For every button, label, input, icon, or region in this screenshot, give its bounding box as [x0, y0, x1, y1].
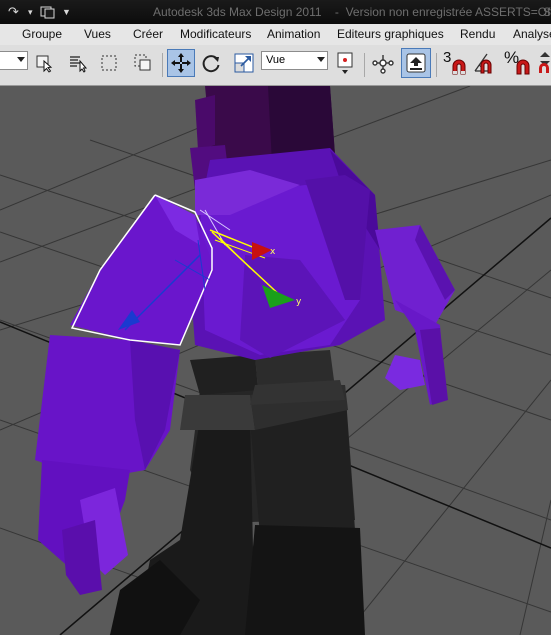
reference-coordinate-system-dropdown[interactable]: Vue: [261, 51, 328, 70]
magnet-icon: [516, 59, 530, 75]
angle-snap-icon: [474, 53, 492, 74]
menu-editeurs-graphiques[interactable]: Editeurs graphiques: [337, 27, 444, 41]
select-and-rotate-button[interactable]: [198, 50, 224, 76]
manipulate-icon: [372, 55, 394, 74]
window-crossing-icon: [134, 54, 151, 71]
select-by-name-icon: [70, 56, 88, 73]
viewport-canvas: x y: [0, 86, 551, 635]
menu-groupe[interactable]: Groupe: [22, 27, 62, 41]
chevron-down-icon: ▾: [28, 6, 33, 17]
gizmo-x-label: x: [270, 247, 276, 257]
move-icon: [171, 53, 191, 73]
menu-creer[interactable]: Créer: [133, 27, 163, 41]
pivot-center-icon: [337, 52, 353, 74]
customize-quick-access-dropdown[interactable]: ▼: [62, 3, 71, 21]
select-and-move-button[interactable]: [167, 49, 195, 77]
menu-modificateurs[interactable]: Modificateurs: [180, 27, 251, 41]
reference-coordinate-value: Vue: [266, 54, 286, 66]
scale-icon: [234, 53, 254, 73]
window-title: Autodesk 3ds Max Design 2011 - Version n…: [153, 5, 551, 19]
title-overflow-text: S: [543, 5, 551, 19]
redo-button[interactable]: ↷: [8, 3, 19, 21]
menu-analyse[interactable]: Analyse: [513, 27, 551, 41]
spinner-snap-icon: [539, 52, 550, 73]
perspective-viewport[interactable]: x y: [0, 86, 551, 635]
gizmo-y-label: y: [296, 297, 302, 307]
menu-vues[interactable]: Vues: [84, 27, 111, 41]
select-by-name-button[interactable]: [66, 50, 92, 76]
magnet-icon: [452, 59, 466, 75]
redo-icon: ↷: [8, 4, 19, 19]
menu-bar: Groupe Vues Créer Modificateurs Animatio…: [0, 24, 551, 46]
spinner-snap-toggle-button[interactable]: [535, 50, 551, 76]
menu-rendu[interactable]: Rendu: [460, 27, 495, 41]
toolbar-separator: [436, 53, 437, 77]
select-and-manipulate-button[interactable]: [370, 50, 396, 76]
chevron-down-icon: [317, 57, 325, 62]
keyboard-shortcut-icon: [406, 53, 426, 73]
keyboard-shortcut-override-button[interactable]: [401, 48, 431, 78]
snaps-toggle-button[interactable]: 3: [440, 49, 470, 76]
window-crossing-button[interactable]: [130, 50, 156, 76]
chevron-down-icon: [17, 57, 25, 62]
select-object-button[interactable]: [32, 50, 58, 76]
redo-dropdown[interactable]: ▾: [28, 3, 33, 21]
character-torso[interactable]: [190, 148, 385, 360]
percent-snap-toggle-button[interactable]: %: [503, 48, 533, 76]
select-object-icon: [36, 55, 53, 73]
main-toolbar: Vue 3 %: [0, 45, 551, 86]
toolbar-separator: [162, 53, 163, 77]
chevron-down-icon: ▼: [62, 7, 71, 17]
toolbar-separator: [364, 53, 365, 77]
rotate-icon: [202, 55, 220, 73]
menu-animation[interactable]: Animation: [267, 27, 320, 41]
project-folder-icon: [40, 6, 55, 19]
project-folder-button[interactable]: [40, 3, 56, 21]
rectangular-selection-button[interactable]: [96, 50, 122, 76]
selection-filter-dropdown[interactable]: [0, 51, 28, 70]
use-pivot-point-center-button[interactable]: [333, 50, 359, 76]
angle-snap-toggle-button[interactable]: [472, 50, 498, 76]
title-bar: ↷ ▾ ▼ Autodesk 3ds Max Design 2011 - Ver…: [0, 0, 551, 24]
rectangular-selection-icon: [101, 55, 117, 71]
select-and-scale-button[interactable]: [231, 50, 257, 76]
